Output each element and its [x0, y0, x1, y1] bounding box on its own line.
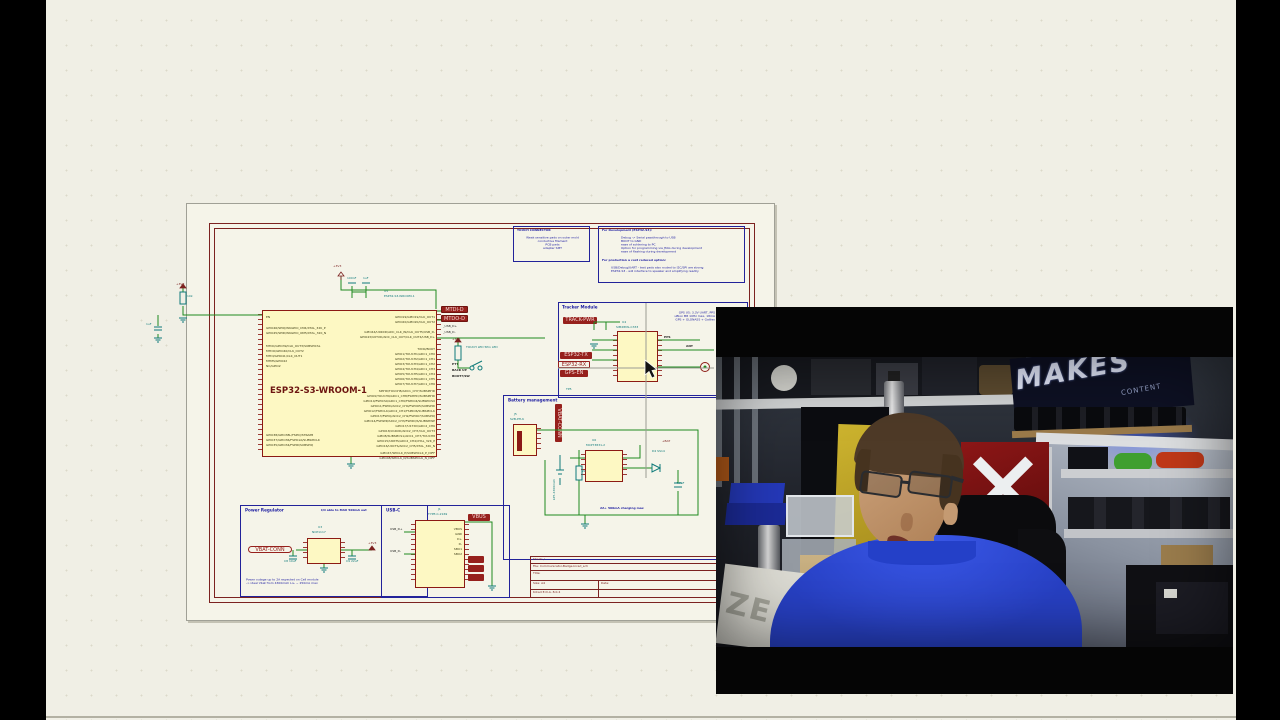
letterbox-right — [1236, 0, 1280, 720]
webcam-overlay[interactable]: MAKES CONTENT ZE — [716, 307, 1233, 694]
webcam-letterbox-bottom — [716, 647, 1233, 694]
wires — [157, 276, 714, 586]
webcam-video: MAKES CONTENT ZE — [716, 357, 1233, 647]
letterbox-left — [0, 0, 46, 720]
video-vignette — [716, 357, 1233, 647]
power-arrows — [179, 271, 462, 551]
video-frame: TOUCH CONNECTOR Weak sensitive pads on o… — [0, 0, 1280, 720]
webcam-letterbox-top — [716, 307, 1233, 357]
editor-crosshair — [558, 303, 714, 478]
mouse-cursor — [644, 359, 658, 379]
gnd-symbols — [154, 317, 598, 591]
component-symbols — [154, 282, 682, 560]
